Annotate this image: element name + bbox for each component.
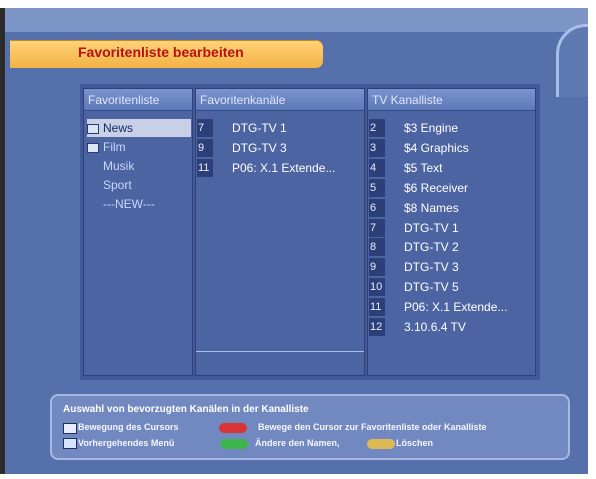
channel-number: 9 [369,258,385,277]
channel-row[interactable]: 9 DTG-TV 3 [196,138,364,157]
favorite-list-item[interactable]: Musik [87,157,191,175]
favorite-list-item[interactable]: ---NEW--- [87,195,191,213]
channel-row[interactable]: 5 $6 Receiver [368,178,535,197]
favorite-channels-column-header: Favoritenkanäle [196,89,364,111]
channel-number: 5 [369,178,385,197]
tv-channel-column-header: TV Kanalliste [368,89,535,111]
channel-name: $4 Graphics [404,140,469,155]
channel-number: 2 [369,119,385,137]
favorite-list-label: Musik [103,159,135,173]
channel-name: P06: X.1 Extende... [232,160,336,175]
channel-name: DTG-TV 5 [404,280,459,295]
channel-name: $6 Receiver [404,180,469,195]
favorites-column-header: Favoritenliste [84,89,192,111]
channel-row[interactable]: 2 $3 Engine [368,119,535,137]
channel-number: 11 [197,158,213,177]
channel-row[interactable]: 7 DTG-TV 1 [368,218,535,237]
help-description: Auswahl von bevorzugten Kanälen in der K… [63,404,309,415]
tv-channel-column: TV Kanalliste 2 $3 Engine 3 $4 Graphics 4 $5 … [367,88,536,376]
channel-name: DTG-TV 3 [232,140,287,155]
frame-top [0,0,596,8]
channel-row[interactable]: 4 $5 Text [368,158,535,177]
red-key-icon [219,423,247,433]
channel-number: 7 [369,218,385,237]
help-move-cursor: Bewegung des Cursors [78,422,179,432]
channel-name: $5 Text [404,160,443,175]
channel-number: 11 [369,298,385,317]
yellow-key-icon [367,439,395,449]
favorite-list-label: Film [103,140,126,154]
channel-number: 4 [369,158,385,177]
channel-name: DTG-TV 1 [232,121,287,135]
help-move-to-list: Bewege den Cursor zur Favoritenliste ode… [258,422,487,432]
channel-number: 6 [369,198,385,217]
channel-number: 7 [197,119,213,137]
channel-row[interactable]: 12 3.10.6.4 TV [368,318,535,336]
channel-number: 10 [369,278,385,297]
top-band [5,8,588,32]
folder-icon [87,124,99,134]
frame-right [588,0,596,479]
channel-row[interactable]: 7 DTG-TV 1 [196,119,364,137]
help-delete: Löschen [396,438,434,448]
favorite-list-item[interactable]: News [87,119,191,137]
page-title: Favoritenliste bearbeiten [78,44,244,60]
folder-icon [87,143,99,153]
tv-menu-screen: Favoritenliste bearbeiten Favoritenliste… [0,0,596,479]
channel-name: DTG-TV 2 [404,240,459,255]
channel-row[interactable]: 3 $4 Graphics [368,138,535,157]
channel-name: P06: X.1 Extende... [404,300,508,315]
channel-number: 9 [197,138,213,157]
favorite-list-item[interactable]: Film [87,138,191,156]
channel-row[interactable]: 11 P06: X.1 Extende... [196,158,364,177]
favorite-list-label: News [103,121,134,135]
channel-name: $8 Names [404,200,459,215]
screen-left-edge [0,0,5,479]
channel-name: 3.10.6.4 TV [404,320,466,334]
favorites-column: Favoritenliste News Film Musik Sport ---NEW-… [83,88,193,376]
favorite-channels-divider [196,351,364,352]
help-panel: Auswahl von bevorzugten Kanälen in der K… [50,394,570,460]
frame-bottom [0,474,596,479]
favorite-list-label: Sport [103,178,132,192]
channel-name: DTG-TV 1 [404,220,459,235]
favorite-list-label: ---NEW--- [103,197,155,211]
green-key-icon [220,439,248,449]
channel-row[interactable]: 6 $8 Names [368,198,535,217]
channel-row[interactable]: 11 P06: X.1 Extende... [368,298,535,317]
help-rename: Ändere den Namen, [255,438,340,448]
favorite-list-item[interactable]: Sport [87,176,191,194]
channel-row[interactable]: 10 DTG-TV 5 [368,278,535,297]
channel-number: 3 [369,138,385,157]
favorite-channels-column: Favoritenkanäle 7 DTG-TV 1 9 DTG-TV 3 11 P06:… [195,88,365,376]
menu-key-icon [63,438,77,449]
cursor-arrows-icon [63,423,77,434]
channel-name: DTG-TV 3 [404,260,459,275]
channel-row[interactable]: 9 DTG-TV 3 [368,258,535,277]
channel-number: 12 [369,318,385,336]
help-previous-menu: Vorhergehendes Menü [78,438,175,448]
channel-row[interactable]: 8 DTG-TV 2 [368,238,535,257]
channel-number: 8 [369,238,385,257]
channel-name: $3 Engine [404,121,459,135]
